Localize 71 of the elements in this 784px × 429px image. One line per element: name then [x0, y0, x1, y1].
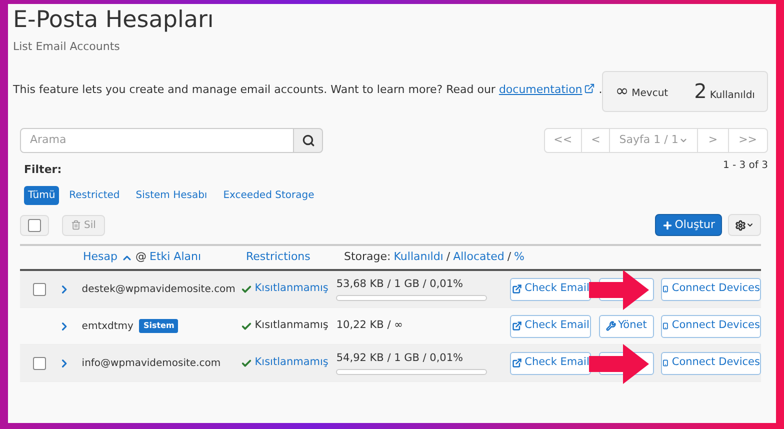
- check-icon: [240, 320, 252, 332]
- page-nav-button[interactable]: <<: [544, 128, 582, 152]
- search-icon: [302, 134, 314, 146]
- select-all-control[interactable]: [20, 214, 49, 236]
- column-sort-link[interactable]: Etki Alanı: [150, 249, 202, 266]
- stat-label: Kullanıldı: [710, 89, 755, 103]
- column-sort-link[interactable]: Kullanıldı: [394, 249, 444, 266]
- result-range: 1 - 3 of 3: [722, 158, 768, 172]
- delete-button[interactable]: Sil: [62, 214, 105, 236]
- search-button[interactable]: [294, 128, 323, 152]
- column-header-text: /: [446, 249, 450, 266]
- search-field[interactable]: Arama: [20, 128, 294, 152]
- external-link-icon: [512, 321, 522, 331]
- filter-tab[interactable]: Exceeded Storage: [219, 186, 318, 205]
- restriction-status: Kısıtlanmamış: [254, 318, 328, 334]
- page-dropdown[interactable]: Sayfa 1 / 1: [610, 128, 698, 152]
- restriction-status[interactable]: Kısıtlanmamış: [254, 281, 328, 297]
- check-email-button[interactable]: Check Email: [510, 314, 591, 338]
- documentation-link[interactable]: documentation: [498, 82, 596, 96]
- account-name: info@wpmavidemosite.com: [82, 356, 221, 370]
- stat-label: Mevcut: [632, 87, 668, 101]
- intro-text: This feature lets you create and manage email accounts. Want to learn more? Read our documentation .: [13, 82, 602, 98]
- settings-button[interactable]: [728, 214, 761, 236]
- gear-icon: [735, 220, 746, 230]
- column-sort-link[interactable]: Restrictions: [246, 249, 310, 266]
- trash-icon: [71, 220, 81, 230]
- column-header-text: /: [507, 249, 512, 266]
- phone-icon: [662, 284, 669, 294]
- check-email-button[interactable]: Check Email: [510, 278, 591, 300]
- connect-devices-button[interactable]: Connect Devices: [661, 352, 761, 374]
- stat-value: ∞: [615, 80, 629, 102]
- filter-tab[interactable]: Sistem Hesabı: [132, 186, 212, 205]
- phone-icon: [662, 321, 669, 331]
- page-nav-button[interactable]: <: [582, 128, 610, 152]
- column-sort-link[interactable]: %: [514, 249, 524, 266]
- checkbox[interactable]: [28, 218, 41, 232]
- phone-icon: [662, 358, 669, 368]
- create-button[interactable]: Oluştur: [654, 214, 722, 236]
- column-sort-link[interactable]: Allocated: [453, 249, 504, 266]
- storage-usage: 54,92 KB / 1 GB / 0,01%: [336, 350, 464, 366]
- external-link-icon: [512, 284, 522, 294]
- page-title: E-Posta Hesapları: [13, 6, 215, 34]
- page-subtitle: List Email Accounts: [13, 39, 121, 55]
- filter-tab[interactable]: Restricted: [65, 186, 124, 205]
- column-sort-link[interactable]: Hesap: [83, 249, 118, 266]
- page-nav-button[interactable]: >>: [728, 128, 767, 152]
- column-header-text: Storage:: [344, 249, 391, 266]
- connect-devices-button[interactable]: Connect Devices: [661, 314, 761, 338]
- check-icon: [240, 284, 252, 294]
- caret-icon: [746, 221, 754, 229]
- wrench-icon: [606, 321, 616, 331]
- external-link-icon: [584, 82, 596, 94]
- checkbox[interactable]: [33, 356, 46, 370]
- plus-icon: [662, 220, 673, 230]
- restriction-status[interactable]: Kısıtlanmamış: [254, 355, 328, 371]
- stat-value: 2: [694, 78, 707, 105]
- account-name: emtxdtmy: [82, 320, 134, 334]
- filter-label: Filter:: [24, 162, 62, 178]
- account-name: destek@wpmavidemosite.com: [82, 282, 236, 296]
- system-badge: Sistem: [139, 319, 178, 333]
- manage-button[interactable]: Yönet: [599, 314, 654, 338]
- filter-tab[interactable]: Tümü: [24, 186, 60, 205]
- column-header-text: @: [136, 249, 146, 266]
- storage-usage: 10,22 KB / ∞: [336, 318, 404, 334]
- connect-devices-button[interactable]: Connect Devices: [661, 278, 761, 300]
- checkbox[interactable]: [33, 282, 46, 296]
- external-link-icon: [512, 358, 522, 368]
- check-icon: [240, 358, 252, 368]
- check-email-button[interactable]: Check Email: [510, 352, 591, 374]
- storage-usage: 53,68 KB / 1 GB / 0,01%: [336, 276, 464, 292]
- page-nav-button[interactable]: >: [698, 128, 729, 152]
